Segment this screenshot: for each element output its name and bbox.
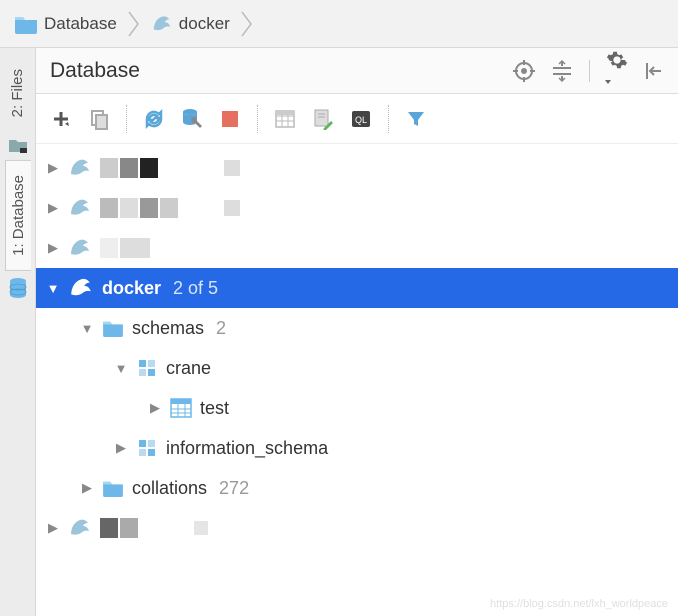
breadcrumb-node-label: docker bbox=[179, 14, 230, 34]
left-rail: 2: Files 1: Database bbox=[0, 48, 36, 616]
datasource-row[interactable]: ▶ bbox=[36, 148, 678, 188]
expand-arrow-icon[interactable]: ▶ bbox=[46, 240, 60, 256]
table-icon bbox=[170, 398, 192, 418]
schema-row[interactable]: ▼ crane bbox=[36, 348, 678, 388]
redacted-label bbox=[100, 238, 150, 258]
stop-button[interactable] bbox=[215, 104, 245, 134]
breadcrumb-root-label: Database bbox=[44, 14, 117, 34]
database-panel: Database QL bbox=[36, 48, 678, 616]
svg-text:QL: QL bbox=[355, 115, 367, 125]
collapse-arrow-icon[interactable]: ▼ bbox=[46, 281, 60, 296]
gear-icon[interactable] bbox=[606, 49, 628, 93]
datasource-row[interactable]: ▶ bbox=[36, 228, 678, 268]
schema-label: information_schema bbox=[166, 438, 328, 459]
schemas-label: schemas bbox=[132, 318, 204, 339]
folder-icon bbox=[102, 319, 124, 337]
collations-folder[interactable]: ▶ collations 272 bbox=[36, 468, 678, 508]
expand-arrow-icon[interactable]: ▶ bbox=[46, 520, 60, 536]
mysql-dolphin-icon bbox=[68, 156, 92, 180]
collations-label: collations bbox=[132, 478, 207, 499]
separator bbox=[126, 105, 127, 133]
toolbar: QL bbox=[36, 94, 678, 144]
duplicate-button[interactable] bbox=[84, 104, 114, 134]
schemas-count: 2 bbox=[216, 318, 226, 339]
mysql-dolphin-icon bbox=[151, 13, 173, 35]
datasource-label: docker bbox=[102, 278, 161, 299]
breadcrumb-root[interactable]: Database bbox=[6, 11, 125, 37]
breadcrumb: Database docker bbox=[0, 0, 678, 48]
database-stack-icon[interactable] bbox=[8, 277, 28, 299]
folder-icon bbox=[102, 479, 124, 497]
mysql-dolphin-icon bbox=[68, 516, 92, 540]
folder-small-icon[interactable] bbox=[8, 138, 28, 154]
datasource-meta: 2 of 5 bbox=[173, 278, 218, 299]
panel-header: Database bbox=[36, 48, 678, 94]
redacted-label bbox=[100, 158, 158, 178]
target-icon[interactable] bbox=[513, 60, 535, 82]
refresh-button[interactable] bbox=[139, 104, 169, 134]
add-button[interactable] bbox=[46, 104, 76, 134]
redacted-mark bbox=[194, 521, 208, 535]
chevron-right-icon bbox=[127, 10, 141, 38]
separator bbox=[257, 105, 258, 133]
redacted-mark bbox=[224, 200, 240, 216]
collations-count: 272 bbox=[219, 478, 249, 499]
separator bbox=[589, 60, 590, 82]
panel-title: Database bbox=[50, 59, 140, 83]
expand-arrow-icon[interactable]: ▶ bbox=[46, 160, 60, 176]
filter-button[interactable] bbox=[401, 104, 431, 134]
schema-row[interactable]: ▶ information_schema bbox=[36, 428, 678, 468]
edit-button[interactable] bbox=[308, 104, 338, 134]
collapse-arrow-icon[interactable]: ▼ bbox=[80, 321, 94, 336]
folder-icon bbox=[14, 14, 38, 34]
separator bbox=[388, 105, 389, 133]
mysql-dolphin-icon bbox=[68, 196, 92, 220]
table-row[interactable]: ▶ test bbox=[36, 388, 678, 428]
table-label: test bbox=[200, 398, 229, 419]
chevron-right-icon bbox=[240, 10, 254, 38]
table-view-button[interactable] bbox=[270, 104, 300, 134]
schema-label: crane bbox=[166, 358, 211, 379]
expand-arrow-icon[interactable]: ▶ bbox=[46, 200, 60, 216]
collapse-arrow-icon[interactable]: ▼ bbox=[114, 361, 128, 376]
schema-icon bbox=[136, 437, 158, 459]
schemas-folder[interactable]: ▼ schemas 2 bbox=[36, 308, 678, 348]
expand-arrow-icon[interactable]: ▶ bbox=[80, 480, 94, 496]
breadcrumb-node[interactable]: docker bbox=[143, 10, 238, 38]
mysql-dolphin-icon bbox=[68, 275, 94, 301]
datasource-properties-button[interactable] bbox=[177, 104, 207, 134]
redacted-label bbox=[100, 518, 138, 538]
redacted-label bbox=[100, 198, 178, 218]
rail-tab-database[interactable]: 1: Database bbox=[5, 160, 31, 271]
watermark: https://blog.csdn.net/lxh_worldpeace bbox=[490, 598, 668, 610]
mysql-dolphin-icon bbox=[68, 236, 92, 260]
datasource-row[interactable]: ▶ bbox=[36, 508, 678, 548]
redacted-mark bbox=[224, 160, 240, 176]
database-tree: ▶ ▶ ▶ ▼ docker 2 of 5 bbox=[36, 144, 678, 616]
expand-arrow-icon[interactable]: ▶ bbox=[114, 440, 128, 456]
console-button[interactable]: QL bbox=[346, 104, 376, 134]
schema-icon bbox=[136, 357, 158, 379]
expand-arrow-icon[interactable]: ▶ bbox=[148, 400, 162, 416]
datasource-row-selected[interactable]: ▼ docker 2 of 5 bbox=[36, 268, 678, 308]
datasource-row[interactable]: ▶ bbox=[36, 188, 678, 228]
split-icon[interactable] bbox=[551, 60, 573, 82]
rail-tab-files[interactable]: 2: Files bbox=[4, 54, 31, 132]
collapse-icon[interactable] bbox=[644, 60, 664, 82]
